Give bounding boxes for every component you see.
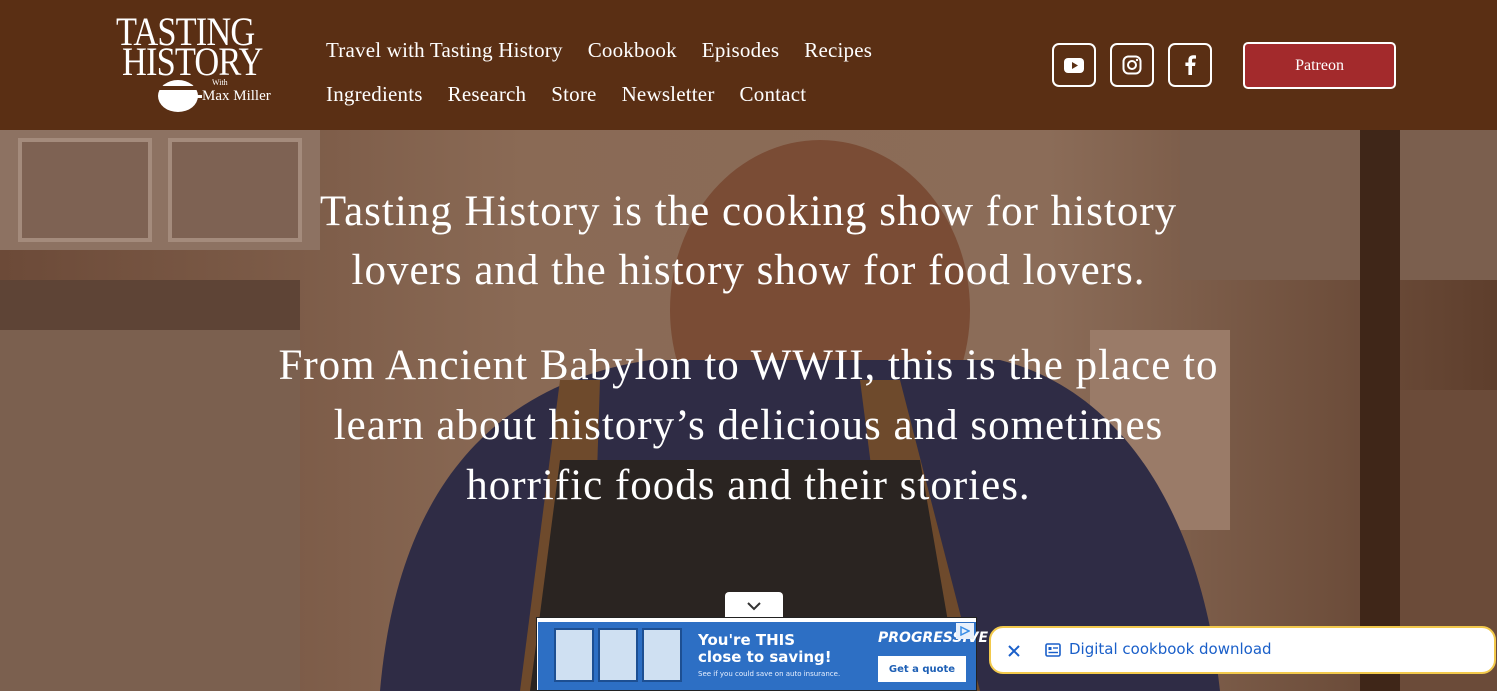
advertisement-banner[interactable]: You're THIS close to saving! See if you … (536, 617, 988, 691)
instagram-link[interactable] (1110, 43, 1154, 87)
hero-tagline: Tasting History is the cooking show for … (0, 182, 1497, 300)
ad-headline-line-1: You're THIS (698, 631, 796, 649)
main-nav: Travel with Tasting History Cookbook Epi… (326, 28, 966, 116)
nav-contact[interactable]: Contact (740, 82, 807, 107)
document-icon (1045, 643, 1061, 657)
toast-label: Digital cookbook download (1069, 640, 1272, 658)
hero-description-line-2: learn about history’s delicious and some… (333, 402, 1164, 449)
cookbook-toast[interactable]: Digital cookbook download (989, 626, 1496, 674)
nav-research[interactable]: Research (448, 82, 527, 107)
nav-recipes[interactable]: Recipes (804, 38, 872, 63)
hero-tagline-line-2: lovers and the history show for food lov… (351, 247, 1146, 294)
facebook-icon (1185, 55, 1196, 75)
nav-newsletter[interactable]: Newsletter (622, 82, 715, 107)
car-image (642, 628, 682, 682)
nav-row-1: Travel with Tasting History Cookbook Epi… (326, 28, 966, 72)
nav-episodes[interactable]: Episodes (702, 38, 779, 63)
chevron-down-icon (747, 602, 761, 611)
adchoices-icon[interactable] (956, 623, 974, 639)
youtube-icon (1064, 57, 1084, 73)
nav-row-2: Ingredients Research Store Newsletter Co… (326, 72, 966, 116)
hero-description-line-3: horrific foods and their stories. (466, 462, 1031, 509)
nav-ingredients[interactable]: Ingredients (326, 82, 423, 107)
scroll-down-button[interactable] (725, 592, 783, 620)
instagram-icon (1122, 55, 1142, 75)
hero-section: Tasting History is the cooking show for … (0, 130, 1497, 691)
adchoices-triangle-icon (960, 626, 970, 636)
ad-fine-print: See if you could save on auto insurance. (698, 670, 841, 678)
cooking-pot-icon (156, 80, 202, 112)
facebook-link[interactable] (1168, 43, 1212, 87)
car-image (554, 628, 594, 682)
car-image (598, 628, 638, 682)
youtube-link[interactable] (1052, 43, 1096, 87)
ad-content: You're THIS close to saving! See if you … (538, 622, 988, 690)
ad-cta-button[interactable]: Get a quote (878, 656, 966, 682)
ad-car-images (554, 628, 682, 682)
logo-name: Max Miller (202, 88, 271, 104)
hero-description: From Ancient Babylon to WWII, this is th… (0, 336, 1497, 516)
nav-travel[interactable]: Travel with Tasting History (326, 38, 563, 63)
patreon-button[interactable]: Patreon (1243, 42, 1396, 89)
site-header: TASTING HISTORY With Max Miller Travel w… (0, 0, 1497, 130)
nav-store[interactable]: Store (551, 82, 596, 107)
ad-headline: You're THIS close to saving! (698, 632, 832, 666)
ad-headline-line-2: close to saving! (698, 648, 832, 666)
site-logo[interactable]: TASTING HISTORY With Max Miller (114, 12, 296, 116)
hero-tagline-line-1: Tasting History is the cooking show for … (319, 188, 1178, 235)
logo-with: With (212, 78, 228, 87)
hero-description-line-1: From Ancient Babylon to WWII, this is th… (278, 342, 1219, 389)
nav-cookbook[interactable]: Cookbook (588, 38, 677, 63)
close-icon[interactable] (1005, 642, 1023, 660)
